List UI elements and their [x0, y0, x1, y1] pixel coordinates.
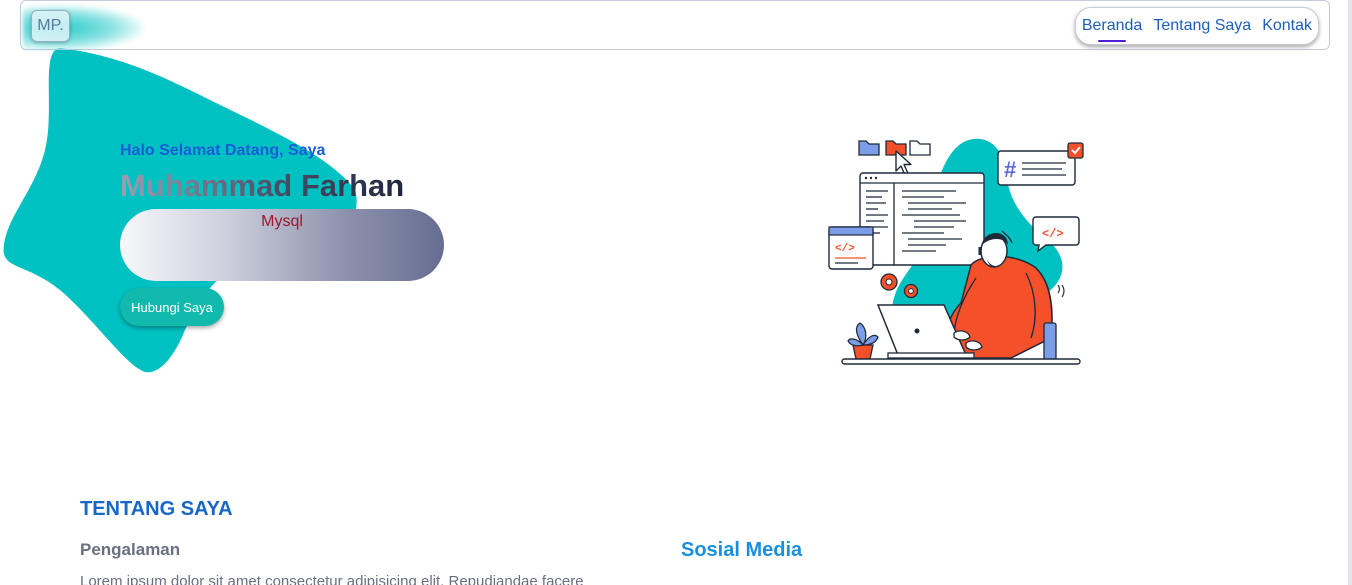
experience-text: Lorem ipsum dolor sit amet consectetur a…: [80, 573, 584, 585]
hero-name: Muhammad Farhan: [120, 168, 405, 203]
nav-link-tentang-saya[interactable]: Tentang Saya: [1153, 17, 1251, 35]
developer-illustration: # </> </>: [828, 138, 1084, 365]
skill-text: Mysql: [261, 213, 303, 230]
nav-menu: Beranda Tentang Saya Kontak: [1074, 7, 1319, 45]
skill-typing-box: Mysql: [120, 209, 444, 281]
svg-text:</>: </>: [835, 243, 855, 255]
nav-link-beranda[interactable]: Beranda: [1082, 17, 1142, 42]
code-tag: </>: [1042, 227, 1064, 241]
social-media-heading: Sosial Media: [681, 539, 803, 561]
nav-link-kontak[interactable]: Kontak: [1262, 17, 1312, 35]
hero-greeting: Halo Selamat Datang, Saya: [120, 142, 326, 159]
logo[interactable]: MP.: [31, 10, 70, 42]
about-title: TENTANG SAYA: [80, 498, 233, 520]
hash-symbol: #: [1004, 157, 1016, 182]
navbar: MP. Beranda Tentang Saya Kontak: [20, 0, 1330, 51]
contact-me-button[interactable]: Hubungi Saya: [120, 288, 224, 326]
hero-text: Halo Selamat Datang, Saya Muhammad Farha…: [120, 142, 404, 204]
experience-heading: Pengalaman: [80, 540, 181, 559]
